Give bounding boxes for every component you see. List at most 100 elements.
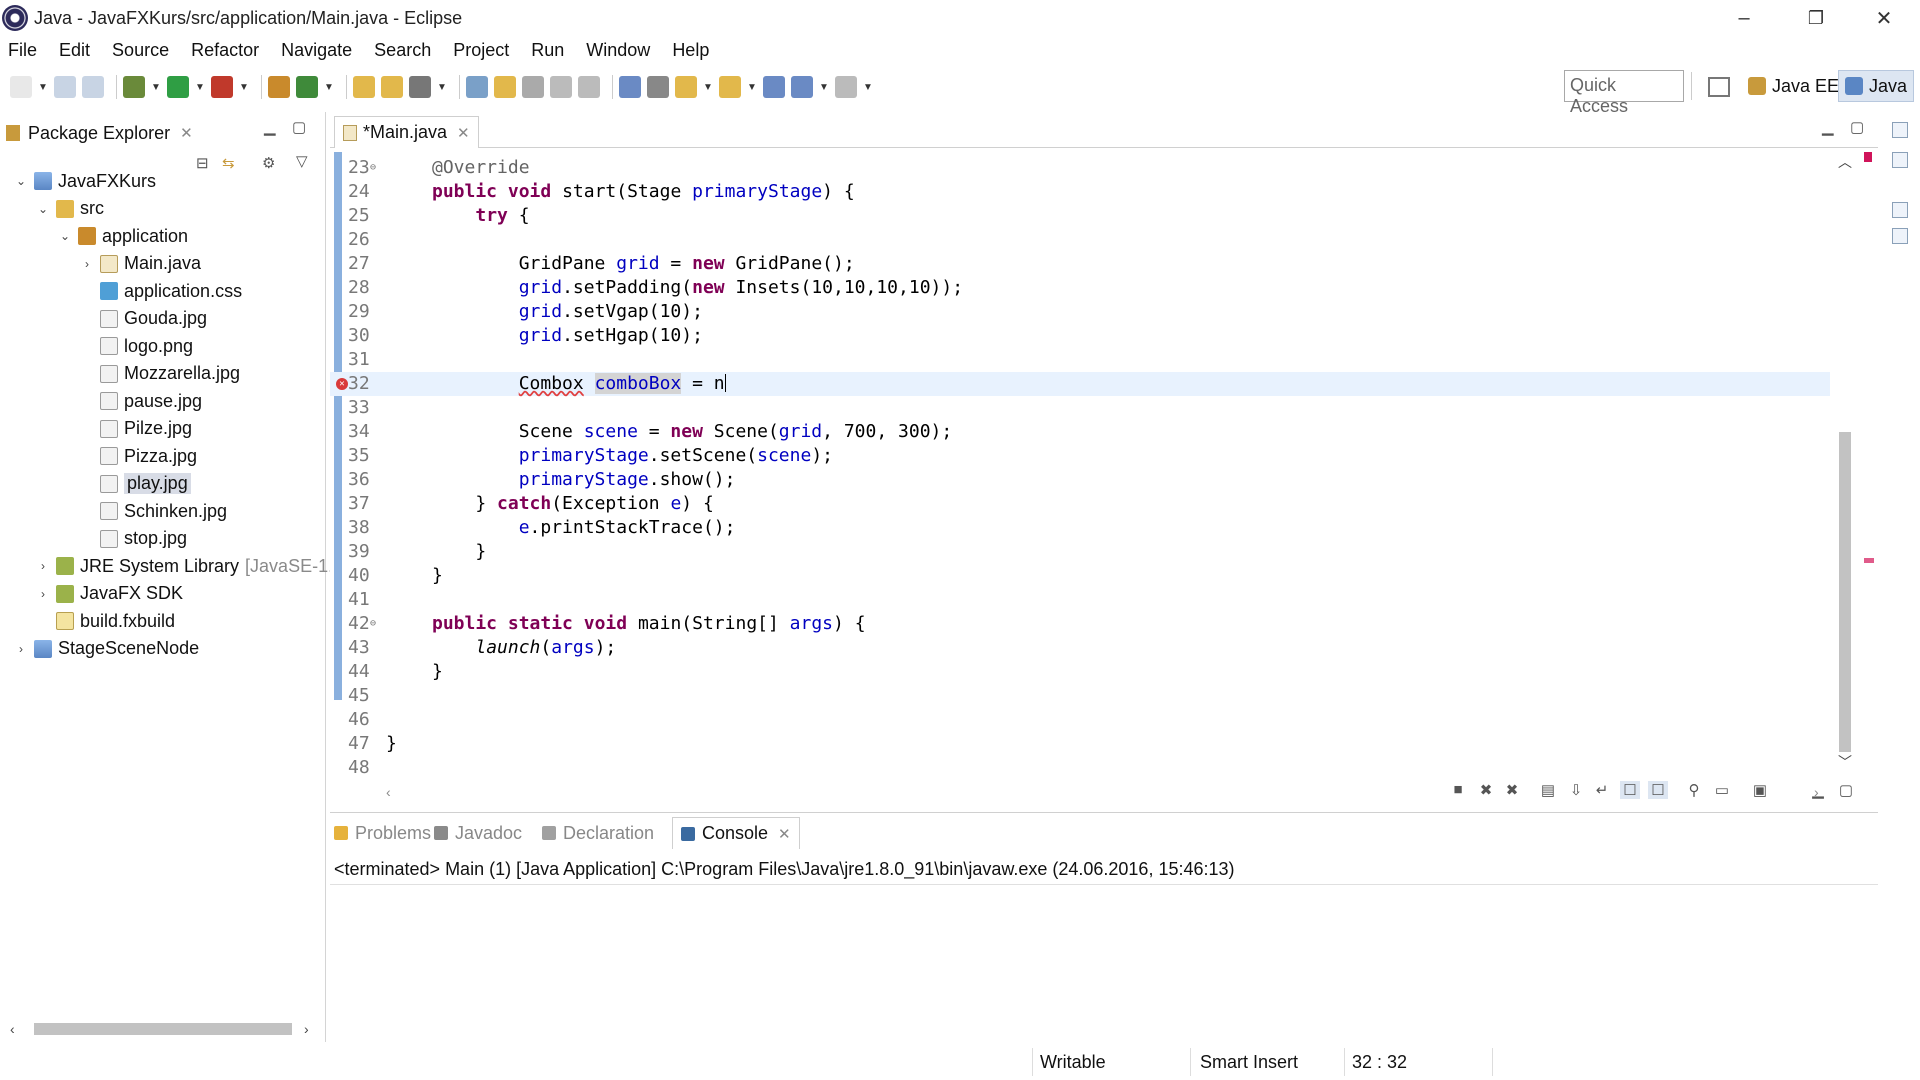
menu-search[interactable]: Search <box>374 40 431 61</box>
chevron-down-icon[interactable]: ▼ <box>151 76 161 98</box>
code-line[interactable]: 45 <box>330 684 1830 708</box>
scroll-left-icon[interactable]: ‹ <box>10 1021 15 1037</box>
code-line[interactable]: 46 <box>330 708 1830 732</box>
scrollbar-thumb[interactable] <box>1839 432 1851 752</box>
minimize-view-icon[interactable]: ▁ <box>1808 781 1828 799</box>
code-text[interactable]: grid.setVgap(10); <box>432 300 703 324</box>
filter-icon[interactable]: ⚙ <box>262 154 275 172</box>
toggle-breadcrumb-icon[interactable] <box>522 76 544 98</box>
coverage-icon[interactable] <box>211 76 233 98</box>
next-edit-icon[interactable] <box>675 76 697 98</box>
code-text[interactable]: Scene scene = new Scene(grid, 700, 300); <box>432 420 953 444</box>
pin-editor-icon[interactable] <box>619 76 641 98</box>
next-annotation-icon[interactable] <box>466 76 488 98</box>
open-perspective-icon[interactable] <box>1708 77 1730 97</box>
tree-item[interactable]: build.fxbuild <box>36 608 175 634</box>
tab-javadoc[interactable]: Javadoc <box>434 817 522 849</box>
code-text[interactable]: grid.setPadding(new Insets(10,10,10,10))… <box>432 276 963 300</box>
fold-toggle-icon[interactable]: ⊖ <box>370 156 376 180</box>
chevron-right-icon[interactable]: › <box>14 642 28 656</box>
tab-console[interactable]: Console ✕ <box>672 817 800 849</box>
code-text[interactable]: } <box>432 660 443 684</box>
tree-item[interactable]: play.jpg <box>80 471 191 497</box>
chevron-down-icon[interactable]: ▼ <box>437 76 447 98</box>
code-line[interactable]: 32 ✕ Combox comboBox = n <box>330 372 1830 396</box>
show-whitespace-icon[interactable] <box>550 76 572 98</box>
code-line[interactable]: 44} <box>330 660 1830 684</box>
code-text[interactable]: GridPane grid = new GridPane(); <box>432 252 855 276</box>
tree-item[interactable]: Pilze.jpg <box>80 416 192 442</box>
code-text[interactable]: e.printStackTrace(); <box>432 516 736 540</box>
code-line[interactable]: 29 grid.setVgap(10); <box>330 300 1830 324</box>
vertical-scrollbar[interactable]: ︿ ﹀ <box>1834 152 1856 772</box>
code-line[interactable]: 33 <box>330 396 1830 420</box>
code-text[interactable]: Combox comboBox = n <box>432 372 726 396</box>
code-line[interactable]: 47} <box>330 732 1830 756</box>
code-text[interactable]: } <box>432 564 443 588</box>
close-icon[interactable]: ✕ <box>457 124 470 142</box>
tree-item[interactable]: stop.jpg <box>80 526 187 552</box>
menu-edit[interactable]: Edit <box>59 40 90 61</box>
code-text[interactable]: grid.setHgap(10); <box>432 324 703 348</box>
maximize-view-icon[interactable]: ▢ <box>1850 118 1864 136</box>
chevron-down-icon[interactable]: ▼ <box>703 76 713 98</box>
status-insert-mode[interactable]: Smart Insert <box>1200 1052 1298 1073</box>
code-line[interactable]: 26 <box>330 228 1830 252</box>
code-line[interactable]: 39 } <box>330 540 1830 564</box>
close-icon[interactable]: ✕ <box>180 124 193 142</box>
code-text[interactable]: launch(args); <box>432 636 616 660</box>
code-line[interactable]: 36 primaryStage.show(); <box>330 468 1830 492</box>
code-line[interactable]: 35 primaryStage.setScene(scene); <box>330 444 1830 468</box>
code-line[interactable]: 31 <box>330 348 1830 372</box>
code-text[interactable]: } <box>386 732 397 756</box>
chevron-right-icon[interactable]: › <box>80 257 94 271</box>
chevron-down-icon[interactable]: ▼ <box>195 76 205 98</box>
code-text[interactable]: primaryStage.setScene(scene); <box>432 444 833 468</box>
perspective-java[interactable]: Java <box>1838 70 1915 102</box>
save-icon[interactable] <box>54 76 76 98</box>
chevron-down-icon[interactable]: ⌄ <box>58 229 72 243</box>
chevron-down-icon[interactable]: ⌄ <box>14 174 28 188</box>
menu-source[interactable]: Source <box>112 40 169 61</box>
menu-navigate[interactable]: Navigate <box>281 40 352 61</box>
scroll-right-icon[interactable]: › <box>304 1021 309 1037</box>
task-list-icon[interactable] <box>1892 228 1908 244</box>
menu-help[interactable]: Help <box>672 40 709 61</box>
tree-item[interactable]: › JavaFX SDK <box>36 581 183 607</box>
debug-icon[interactable] <box>123 76 145 98</box>
code-text[interactable]: try { <box>432 204 529 228</box>
code-line[interactable]: 34 Scene scene = new Scene(grid, 700, 30… <box>330 420 1830 444</box>
tree-item[interactable]: pause.jpg <box>80 388 202 414</box>
code-text[interactable]: } <box>432 540 486 564</box>
tree-item[interactable]: Mozzarella.jpg <box>80 361 240 387</box>
word-wrap-icon[interactable]: ↵ <box>1592 781 1612 799</box>
forward-icon[interactable] <box>835 76 857 98</box>
search-icon[interactable] <box>409 76 431 98</box>
quick-access-input[interactable]: Quick Access <box>1564 70 1684 116</box>
tree-item[interactable]: ⌄ application <box>58 223 188 249</box>
minimize-view-icon[interactable]: ▁ <box>1822 118 1834 136</box>
chevron-down-icon[interactable]: ⌄ <box>36 202 50 216</box>
chevron-down-icon[interactable]: ▼ <box>819 76 829 98</box>
tab-problems[interactable]: Problems <box>334 817 431 849</box>
code-line[interactable]: 37 } catch(Exception e) { <box>330 492 1830 516</box>
close-button[interactable]: ✕ <box>1848 0 1920 36</box>
code-line[interactable]: 43 launch(args); <box>330 636 1830 660</box>
view-menu-icon[interactable]: ▽ <box>296 152 308 170</box>
toggle-mark-occurrences-icon[interactable] <box>494 76 516 98</box>
show-on-stderr-icon[interactable]: ☐ <box>1648 781 1668 799</box>
maximize-view-icon[interactable]: ▢ <box>1836 781 1856 799</box>
tree-item[interactable]: › Main.java <box>80 251 201 277</box>
code-text[interactable]: primaryStage.show(); <box>432 468 736 492</box>
code-text[interactable]: public static void main(String[] args) { <box>432 612 866 636</box>
code-text[interactable]: public void start(Stage primaryStage) { <box>432 180 855 204</box>
tab-main-java[interactable]: *Main.java ✕ <box>334 116 479 148</box>
minimize-view-icon[interactable]: ▁ <box>264 118 276 136</box>
fold-toggle-icon[interactable]: ⊖ <box>370 612 376 636</box>
remove-all-launches-icon[interactable]: ✖ <box>1502 781 1522 799</box>
open-console-icon[interactable]: ▣ <box>1750 781 1770 799</box>
chevron-down-icon[interactable]: ▼ <box>747 76 757 98</box>
menu-refactor[interactable]: Refactor <box>191 40 259 61</box>
save-all-icon[interactable] <box>82 76 104 98</box>
code-text[interactable]: @Override <box>432 156 530 180</box>
